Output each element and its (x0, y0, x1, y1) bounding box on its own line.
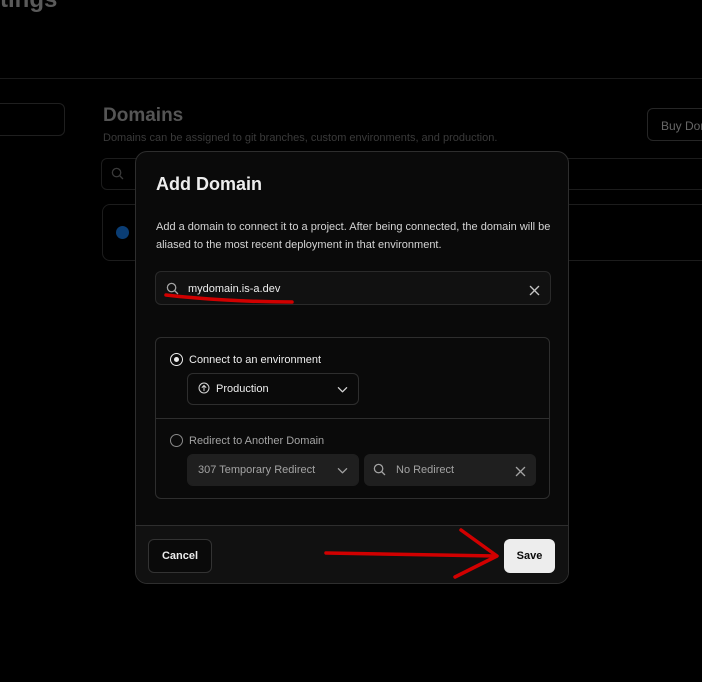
header-divider (0, 78, 702, 79)
check-icon (116, 226, 129, 239)
cancel-button[interactable]: Cancel (148, 539, 212, 573)
chevron-down-icon (337, 385, 348, 397)
options-divider (156, 418, 549, 419)
connect-environment-label: Connect to an environment (189, 353, 322, 366)
modal-footer: Cancel Save (136, 525, 568, 583)
clear-icon[interactable] (529, 283, 540, 301)
search-icon (373, 463, 386, 481)
redirect-type-select[interactable]: 307 Temporary Redirect (187, 454, 359, 486)
domains-section-description: Domains can be assigned to git branches,… (103, 132, 498, 144)
environment-select-value: Production (216, 383, 269, 395)
domain-input-wrapper (155, 271, 551, 305)
save-button[interactable]: Save (504, 539, 555, 573)
buy-domain-button[interactable]: Buy Domain (647, 108, 702, 141)
modal-title: Add Domain (156, 174, 262, 194)
connect-environment-radio[interactable] (170, 353, 183, 366)
chevron-down-icon (337, 466, 348, 478)
redirect-domain-option[interactable]: Redirect to Another Domain (170, 434, 324, 447)
connect-environment-option[interactable]: Connect to an environment (170, 353, 321, 366)
domain-options: Connect to an environment Production Red… (155, 337, 550, 499)
redirect-target-input[interactable] (396, 462, 506, 478)
domain-input[interactable] (188, 280, 508, 298)
redirect-domain-label: Redirect to Another Domain (189, 434, 325, 447)
redirect-target-wrapper (364, 454, 536, 486)
search-icon (166, 282, 179, 300)
clear-icon[interactable] (515, 464, 526, 482)
redirect-type-value: 307 Temporary Redirect (198, 464, 316, 476)
sidebar-item[interactable] (0, 103, 65, 136)
add-domain-modal: Add Domain Add a domain to connect it to… (135, 151, 569, 584)
arrow-up-circle-icon (198, 382, 210, 397)
redirect-domain-radio[interactable] (170, 434, 183, 447)
domains-section-title: Domains (103, 105, 184, 126)
modal-description: Add a domain to connect it to a project.… (156, 221, 551, 251)
search-icon (111, 167, 124, 185)
environment-select[interactable]: Production (187, 373, 359, 405)
page-title: tings (0, 0, 57, 14)
